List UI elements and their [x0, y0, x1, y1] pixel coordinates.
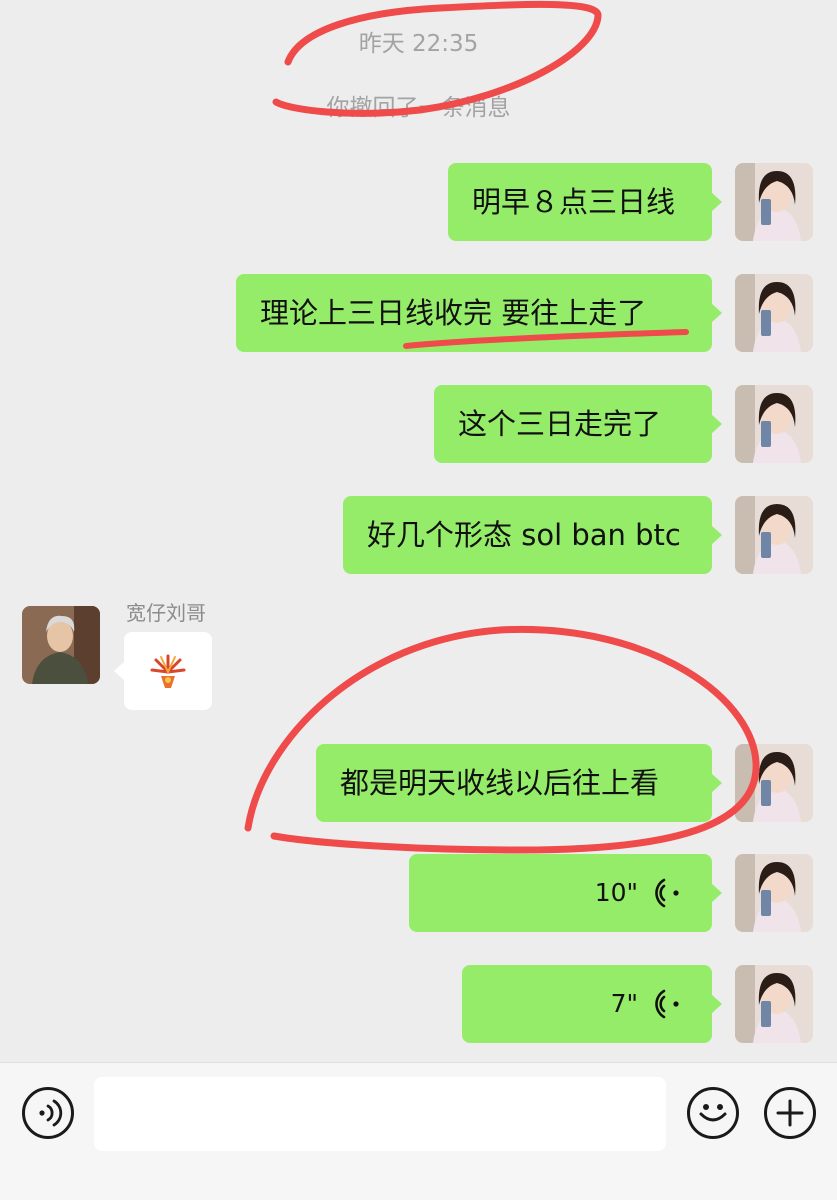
sender-avatar[interactable] [22, 606, 100, 684]
my-message-bubble[interactable]: 都是明天收线以后往上看 [316, 744, 722, 822]
my-message-bubble[interactable]: 好几个形态 sol ban btc [343, 496, 722, 574]
plus-icon [776, 1099, 804, 1127]
woman-avatar-icon [735, 854, 813, 932]
chat-screen: 昨天 22:35 你撤回了一条消息 明早８点三日线 理论上三日线收完 要往上走了… [0, 0, 837, 1200]
chat-input-bar [0, 1062, 837, 1200]
emoji-button[interactable] [687, 1087, 739, 1139]
message-input[interactable] [94, 1077, 666, 1151]
recall-notice: 你撤回了一条消息 [326, 95, 511, 121]
message-text: 这个三日走完了 [458, 407, 662, 441]
woman-avatar-icon [735, 274, 813, 352]
my-avatar[interactable] [735, 854, 813, 932]
voice-wave-icon [655, 989, 679, 1019]
message-text: 明早８点三日线 [472, 185, 676, 219]
emoji-icon [699, 1104, 727, 1122]
woman-avatar-icon [735, 496, 813, 574]
voice-message-bubble[interactable]: 7" [462, 965, 722, 1043]
my-avatar[interactable] [735, 385, 813, 463]
woman-avatar-icon [735, 965, 813, 1043]
voice-message-bubble[interactable]: 10" [409, 854, 722, 932]
sticker-message[interactable] [114, 632, 212, 710]
my-avatar[interactable] [735, 274, 813, 352]
fireworks-sticker-icon [150, 654, 186, 688]
message-text: 都是明天收线以后往上看 [340, 766, 660, 800]
message-text: 理论上三日线收完 要往上走了 [260, 296, 647, 330]
my-message-bubble[interactable]: 明早８点三日线 [448, 163, 722, 241]
voice-mode-button[interactable] [22, 1087, 74, 1139]
message-text: 好几个形态 sol ban btc [367, 518, 681, 552]
message-timestamp: 昨天 22:35 [358, 31, 479, 57]
my-avatar[interactable] [735, 965, 813, 1043]
voice-wave-icon [655, 878, 679, 908]
sender-name: 宽仔刘哥 [126, 601, 206, 625]
woman-avatar-icon [735, 385, 813, 463]
my-message-bubble[interactable]: 这个三日走完了 [434, 385, 722, 463]
my-avatar[interactable] [735, 744, 813, 822]
woman-avatar-icon [735, 163, 813, 241]
voice-mode-icon [39, 1099, 63, 1127]
voice-duration: 10" [594, 878, 638, 907]
man-avatar-icon [22, 606, 100, 684]
woman-avatar-icon [735, 744, 813, 822]
my-avatar[interactable] [735, 496, 813, 574]
voice-duration: 7" [610, 989, 638, 1018]
more-button[interactable] [764, 1087, 816, 1139]
my-message-bubble[interactable]: 理论上三日线收完 要往上走了 [236, 274, 722, 352]
my-avatar[interactable] [735, 163, 813, 241]
